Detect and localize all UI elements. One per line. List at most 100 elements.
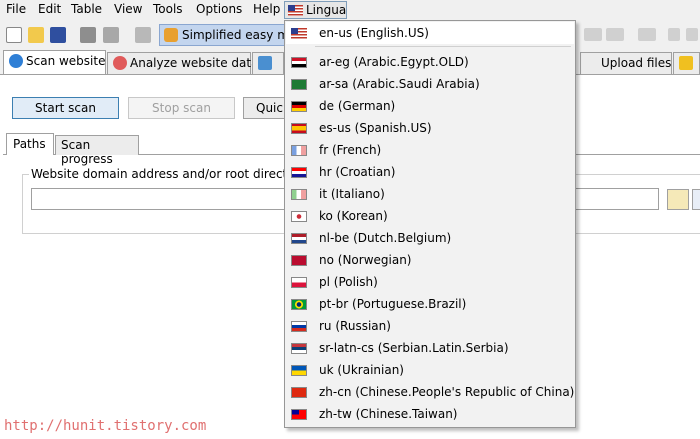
language-item-label: zh-tw (Chinese.Taiwan): [319, 407, 458, 421]
menu-tools[interactable]: Tools: [153, 2, 183, 16]
language-item[interactable]: ru (Russian): [286, 316, 574, 338]
flag-saudi-arabia-icon: [291, 79, 307, 90]
flag-taiwan-icon: [291, 409, 307, 420]
subtab-paths[interactable]: Paths: [6, 133, 54, 155]
menubar: File Edit Table View Tools Options Help …: [0, 0, 700, 20]
flag-egypt-icon: [291, 57, 307, 68]
language-item-label: fr (French): [319, 143, 382, 157]
magnifier-icon: [9, 54, 23, 68]
language-item-label: it (Italiano): [319, 187, 385, 201]
tab-analyze-website-data[interactable]: Analyze website data: [107, 52, 258, 74]
flag-korea-icon: [291, 211, 307, 222]
paste-icon[interactable]: [103, 27, 119, 43]
pie-chart-icon: [113, 56, 127, 70]
merge-icon[interactable]: [686, 28, 698, 41]
open-folder-icon[interactable]: [28, 27, 44, 43]
language-item[interactable]: ko (Korean): [286, 206, 574, 228]
copy-icon[interactable]: [80, 27, 96, 43]
flag-serbia-icon: [291, 343, 307, 354]
language-item[interactable]: sr-latn-cs (Serbian.Latin.Serbia): [286, 338, 574, 360]
tab-analyze-label: Analyze website data: [130, 56, 259, 70]
lightning-icon: [679, 56, 693, 70]
language-item-label: ru (Russian): [319, 319, 391, 333]
hand-icon[interactable]: [135, 27, 151, 43]
language-item-label: nl-be (Dutch.Belgium): [319, 231, 452, 245]
language-item-label: pt-br (Portuguese.Brazil): [319, 297, 467, 311]
language-item[interactable]: es-us (Spanish.US): [286, 118, 574, 140]
menu-table[interactable]: Table: [71, 2, 102, 16]
menu-help[interactable]: Help: [253, 2, 280, 16]
flag-ukraine-icon: [291, 365, 307, 376]
wizard-icon: [164, 28, 178, 42]
easy-mode-label: Simplified easy mo: [182, 28, 297, 42]
language-item[interactable]: ar-sa (Arabic.Saudi Arabia): [286, 74, 574, 96]
quick-scan-button[interactable]: Quic: [243, 97, 288, 119]
flag-italy-icon: [291, 189, 307, 200]
align-2-icon[interactable]: [606, 28, 624, 41]
language-item-label: ko (Korean): [319, 209, 388, 223]
language-item[interactable]: pl (Polish): [286, 272, 574, 294]
subtab-paths-label: Paths: [13, 137, 46, 151]
browse-web-icon[interactable]: [692, 189, 700, 210]
language-item[interactable]: uk (Ukrainian): [286, 360, 574, 382]
flag-netherlands-icon: [291, 233, 307, 244]
flag-poland-icon: [291, 277, 307, 288]
language-item[interactable]: zh-tw (Chinese.Taiwan): [286, 404, 574, 426]
language-item[interactable]: fr (French): [286, 140, 574, 162]
address-group-label: Website domain address and/or root direc…: [29, 167, 321, 181]
align-icon[interactable]: [584, 28, 602, 41]
save-icon[interactable]: [50, 27, 66, 43]
language-item-label: pl (Polish): [319, 275, 378, 289]
language-item-en-us[interactable]: en-us (English.US): [286, 22, 574, 44]
menu-options[interactable]: Options: [196, 2, 242, 16]
start-scan-button[interactable]: Start scan: [12, 97, 119, 119]
split-icon[interactable]: [668, 28, 680, 41]
language-menu: en-us (English.US) ar-eg (Arabic.Egypt.O…: [284, 20, 576, 428]
align-3-icon[interactable]: [638, 28, 656, 41]
language-item[interactable]: de (German): [286, 96, 574, 118]
language-item-label: ar-eg (Arabic.Egypt.OLD): [319, 55, 469, 69]
flag-germany-icon: [291, 101, 307, 112]
flag-russia-icon: [291, 321, 307, 332]
new-file-icon[interactable]: [6, 27, 22, 43]
tab-scan-label: Scan website: [26, 54, 106, 68]
menu-lingua[interactable]: Lingua: [284, 1, 347, 19]
language-item[interactable]: hr (Croatian): [286, 162, 574, 184]
language-item[interactable]: ar-eg (Arabic.Egypt.OLD): [286, 52, 574, 74]
menu-edit[interactable]: Edit: [38, 2, 61, 16]
tab-create-sitemap[interactable]: [252, 52, 284, 74]
menu-lingua-label: Lingua: [306, 3, 347, 17]
flag-france-icon: [291, 145, 307, 156]
language-item[interactable]: no (Norwegian): [286, 250, 574, 272]
tab-scan-website[interactable]: Scan website: [3, 50, 106, 74]
watermark: http://hunit.tistory.com: [4, 418, 207, 434]
flag-us-icon: [291, 28, 307, 39]
subtab-scan-progress[interactable]: Scan progress: [55, 135, 139, 166]
language-item-label: hr (Croatian): [319, 165, 396, 179]
language-item-label: no (Norwegian): [319, 253, 412, 267]
menu-view[interactable]: View: [114, 2, 142, 16]
flag-brazil-icon: [291, 299, 307, 310]
flag-us-icon: [288, 5, 303, 16]
browse-folder-icon[interactable]: [667, 189, 689, 210]
language-item-label: uk (Ukrainian): [319, 363, 404, 377]
language-item-label: sr-latn-cs (Serbian.Latin.Serbia): [319, 341, 509, 355]
flag-spain-icon: [291, 123, 307, 134]
subtab-progress-label: Scan progress: [61, 138, 113, 166]
sitemap-icon: [258, 56, 272, 70]
language-item-label: zh-cn (Chinese.People's Republic of Chin…: [319, 385, 575, 399]
language-item[interactable]: it (Italiano): [286, 184, 574, 206]
stop-scan-button[interactable]: Stop scan: [128, 97, 235, 119]
language-item-label: ar-sa (Arabic.Saudi Arabia): [319, 77, 480, 91]
language-item[interactable]: nl-be (Dutch.Belgium): [286, 228, 574, 250]
menu-file[interactable]: File: [6, 2, 26, 16]
tab-upload-files[interactable]: Upload files: [580, 52, 672, 74]
language-item-label: de (German): [319, 99, 396, 113]
language-item[interactable]: pt-br (Portuguese.Brazil): [286, 294, 574, 316]
tab-ping[interactable]: [673, 52, 700, 74]
language-item-label: en-us (English.US): [319, 26, 429, 40]
flag-croatia-icon: [291, 167, 307, 178]
language-item[interactable]: zh-cn (Chinese.People's Republic of Chin…: [286, 382, 574, 404]
simplified-easy-mode-button[interactable]: Simplified easy mo: [159, 24, 296, 46]
flag-china-icon: [291, 387, 307, 398]
